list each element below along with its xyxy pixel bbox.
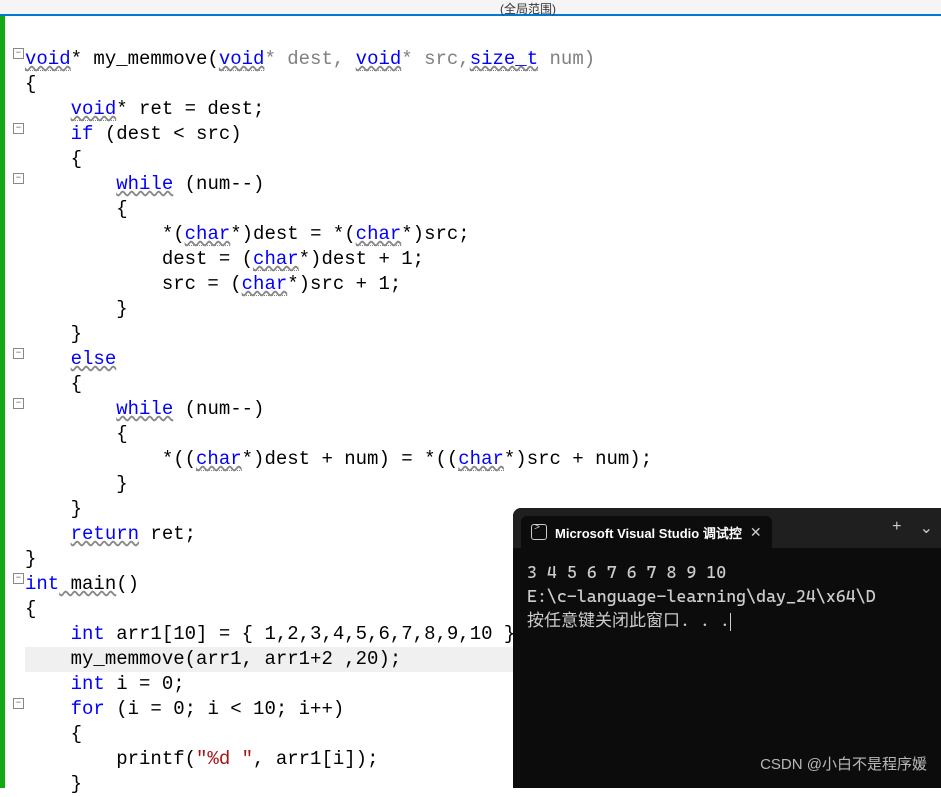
code-line: else — [25, 347, 941, 372]
code-line: } — [25, 322, 941, 347]
code-line — [25, 22, 941, 47]
fold-toggle[interactable]: − — [13, 48, 24, 59]
close-icon[interactable]: ✕ — [750, 524, 762, 541]
terminal-actions: + ⌄ — [892, 518, 933, 538]
code-line: { — [25, 147, 941, 172]
fold-toggle[interactable]: − — [13, 698, 24, 709]
fold-toggle[interactable]: − — [13, 348, 24, 359]
cursor — [730, 613, 731, 631]
watermark: CSDN @小白不是程序媛 — [760, 753, 927, 774]
terminal-tab[interactable]: Microsoft Visual Studio 调试控 ✕ — [521, 516, 772, 548]
editor-top-border: (全局范围) — [0, 0, 941, 16]
code-line: src = (char*)src + 1; — [25, 272, 941, 297]
fold-gutter: − − − − − − − — [5, 16, 25, 788]
code-line: { — [25, 197, 941, 222]
code-line: } — [25, 472, 941, 497]
code-line: while (num--) — [25, 397, 941, 422]
fold-toggle[interactable]: − — [13, 398, 24, 409]
terminal-icon — [531, 524, 547, 540]
code-line: } — [25, 297, 941, 322]
code-line: { — [25, 422, 941, 447]
code-line: { — [25, 72, 941, 97]
terminal-output[interactable]: 3 4 5 6 7 6 7 8 9 10 E:\c-language-learn… — [513, 548, 941, 644]
new-tab-icon[interactable]: + — [892, 518, 902, 538]
code-line: *((char*)dest + num) = *((char*)src + nu… — [25, 447, 941, 472]
fold-toggle[interactable]: − — [13, 173, 24, 184]
fold-toggle[interactable]: − — [13, 123, 24, 134]
code-line: if (dest < src) — [25, 122, 941, 147]
output-line: 3 4 5 6 7 6 7 8 9 10 — [527, 560, 927, 584]
code-line: *(char*)dest = *(char*)src; — [25, 222, 941, 247]
terminal-title: Microsoft Visual Studio 调试控 — [555, 523, 742, 542]
code-line: { — [25, 372, 941, 397]
terminal-titlebar[interactable]: Microsoft Visual Studio 调试控 ✕ + ⌄ — [513, 508, 941, 548]
code-line: dest = (char*)dest + 1; — [25, 247, 941, 272]
terminal-window[interactable]: Microsoft Visual Studio 调试控 ✕ + ⌄ 3 4 5 … — [513, 508, 941, 788]
output-line: 按任意键关闭此窗口. . . — [527, 608, 927, 632]
code-line: while (num--) — [25, 172, 941, 197]
code-line: void* my_memmove(void* dest, void* src,s… — [25, 47, 941, 72]
fold-toggle[interactable]: − — [13, 573, 24, 584]
output-line: E:\c-language-learning\day_24\x64\D — [527, 584, 927, 608]
code-line: void* ret = dest; — [25, 97, 941, 122]
chevron-down-icon[interactable]: ⌄ — [920, 518, 933, 538]
scope-label: (全局范围) — [500, 0, 556, 17]
